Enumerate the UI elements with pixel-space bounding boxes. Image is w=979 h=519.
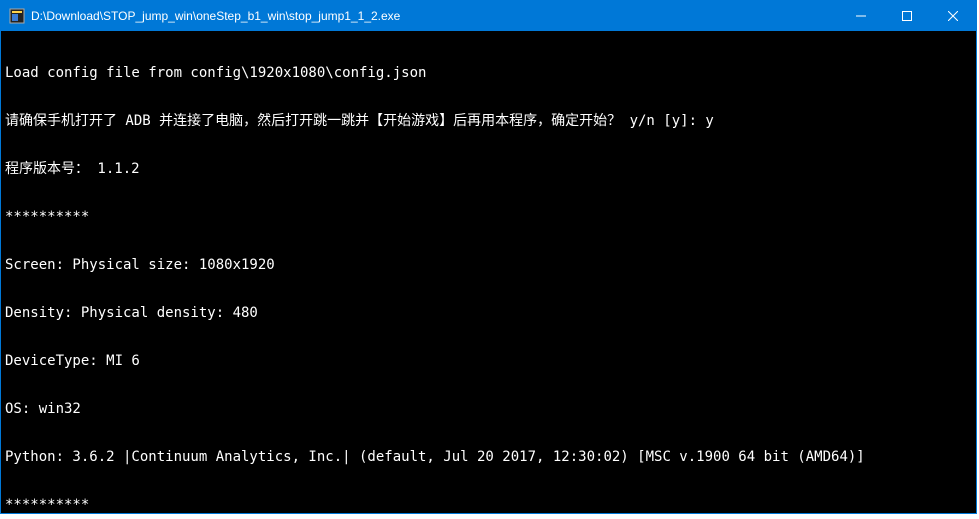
terminal-line: Load config file from config\1920x1080\c… bbox=[5, 65, 972, 81]
window-controls bbox=[838, 1, 976, 31]
close-button[interactable] bbox=[930, 1, 976, 31]
app-window: D:\Download\STOP_jump_win\oneStep_b1_win… bbox=[0, 0, 977, 514]
terminal-line: Screen: Physical size: 1080x1920 bbox=[5, 257, 972, 273]
exe-icon bbox=[9, 8, 25, 24]
terminal-line: 请确保手机打开了 ADB 并连接了电脑，然后打开跳一跳并【开始游戏】后再用本程序… bbox=[5, 113, 972, 129]
terminal-line: Python: 3.6.2 |Continuum Analytics, Inc.… bbox=[5, 449, 972, 465]
title-bar[interactable]: D:\Download\STOP_jump_win\oneStep_b1_win… bbox=[1, 1, 976, 31]
terminal-line: 程序版本号： 1.1.2 bbox=[5, 161, 972, 177]
terminal-line: ********** bbox=[5, 497, 972, 513]
maximize-button[interactable] bbox=[884, 1, 930, 31]
terminal-output[interactable]: Load config file from config\1920x1080\c… bbox=[1, 31, 976, 513]
terminal-line: ********** bbox=[5, 209, 972, 225]
terminal-line: OS: win32 bbox=[5, 401, 972, 417]
minimize-button[interactable] bbox=[838, 1, 884, 31]
window-title: D:\Download\STOP_jump_win\oneStep_b1_win… bbox=[31, 9, 838, 23]
terminal-line: DeviceType: MI 6 bbox=[5, 353, 972, 369]
terminal-line: Density: Physical density: 480 bbox=[5, 305, 972, 321]
